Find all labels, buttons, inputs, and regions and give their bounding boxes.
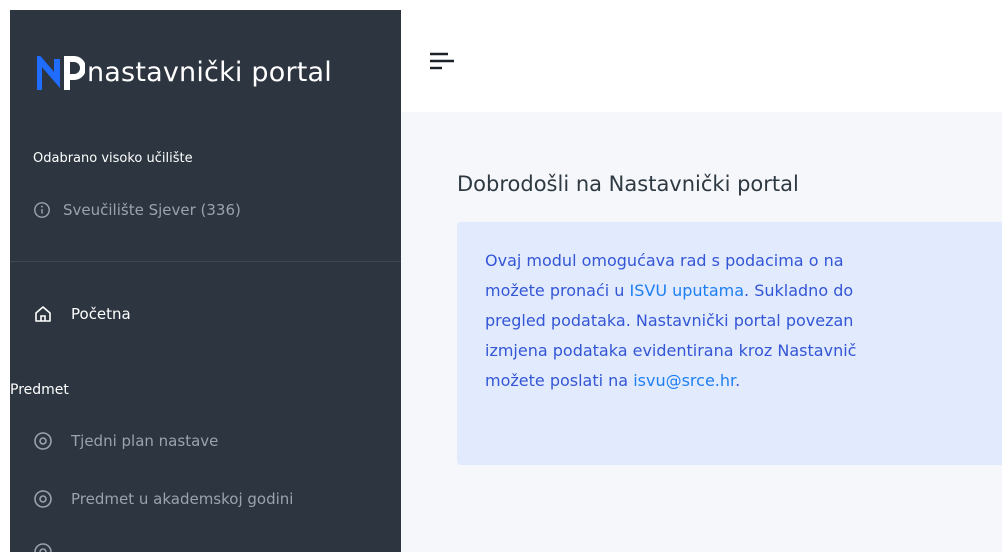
alert-text: Ovaj modul omogućava rad s podacima o na… [485,246,1002,396]
alert-line: Ovaj modul omogućava rad s podacima o na [485,251,844,270]
alert-text-fragment: . Sukladno do [744,281,854,300]
sidebar-item-label: Predmet u akademskoj godini [71,490,294,508]
logo-text: nastavnički portal [87,57,333,88]
institution-selector[interactable]: Sveučilište Sjever (336) [33,201,241,219]
sidebar-item-partial[interactable] [33,542,71,552]
sidebar-item-label: Početna [71,305,131,323]
main-content: Dobrodošli na Nastavnički portal Ovaj mo… [401,112,1002,552]
home-icon [35,306,51,322]
alert-text-fragment: možete poslati na [485,371,634,390]
alert-line: izmjena podataka evidentirana kroz Nasta… [485,341,857,360]
top-bar [401,10,1002,112]
menu-icon[interactable] [428,48,456,76]
sidebar-item-tjedni-plan[interactable]: Tjedni plan nastave [33,431,218,451]
sidebar-divider [10,261,401,262]
target-icon [34,432,52,450]
isvu-upute-link[interactable]: ISVU uputama [630,281,745,300]
sidebar-item-predmet-godina[interactable]: Predmet u akademskoj godini [33,489,293,509]
target-icon [34,490,52,508]
alert-line: možete pronaći u ISVU uputama. Sukladno … [485,276,1002,306]
logo[interactable]: nastavnički portal [37,40,332,90]
email-link[interactable]: isvu@srce.hr [633,371,735,390]
institution-label: Odabrano visoko učilište [33,151,193,166]
sidebar-item-home[interactable]: Početna [33,304,131,324]
info-alert: Ovaj modul omogućava rad s podacima o na… [457,222,1002,465]
np-logo-mark [37,50,85,90]
section-label-predmet: Predmet [10,382,69,398]
alert-text-fragment: možete pronaći u [485,281,630,300]
alert-text-fragment: . [735,371,741,390]
info-icon [34,202,50,218]
alert-line: pregled podataka. Nastavnički portal pov… [485,311,854,330]
page-title: Dobrodošli na Nastavnički portal [457,172,799,196]
target-icon [34,543,52,552]
sidebar: nastavnički portal Odabrano visoko učili… [10,10,401,552]
institution-value: Sveučilište Sjever (336) [63,201,241,219]
sidebar-item-label: Tjedni plan nastave [71,432,219,450]
alert-line: možete poslati na isvu@srce.hr. [485,366,1002,396]
